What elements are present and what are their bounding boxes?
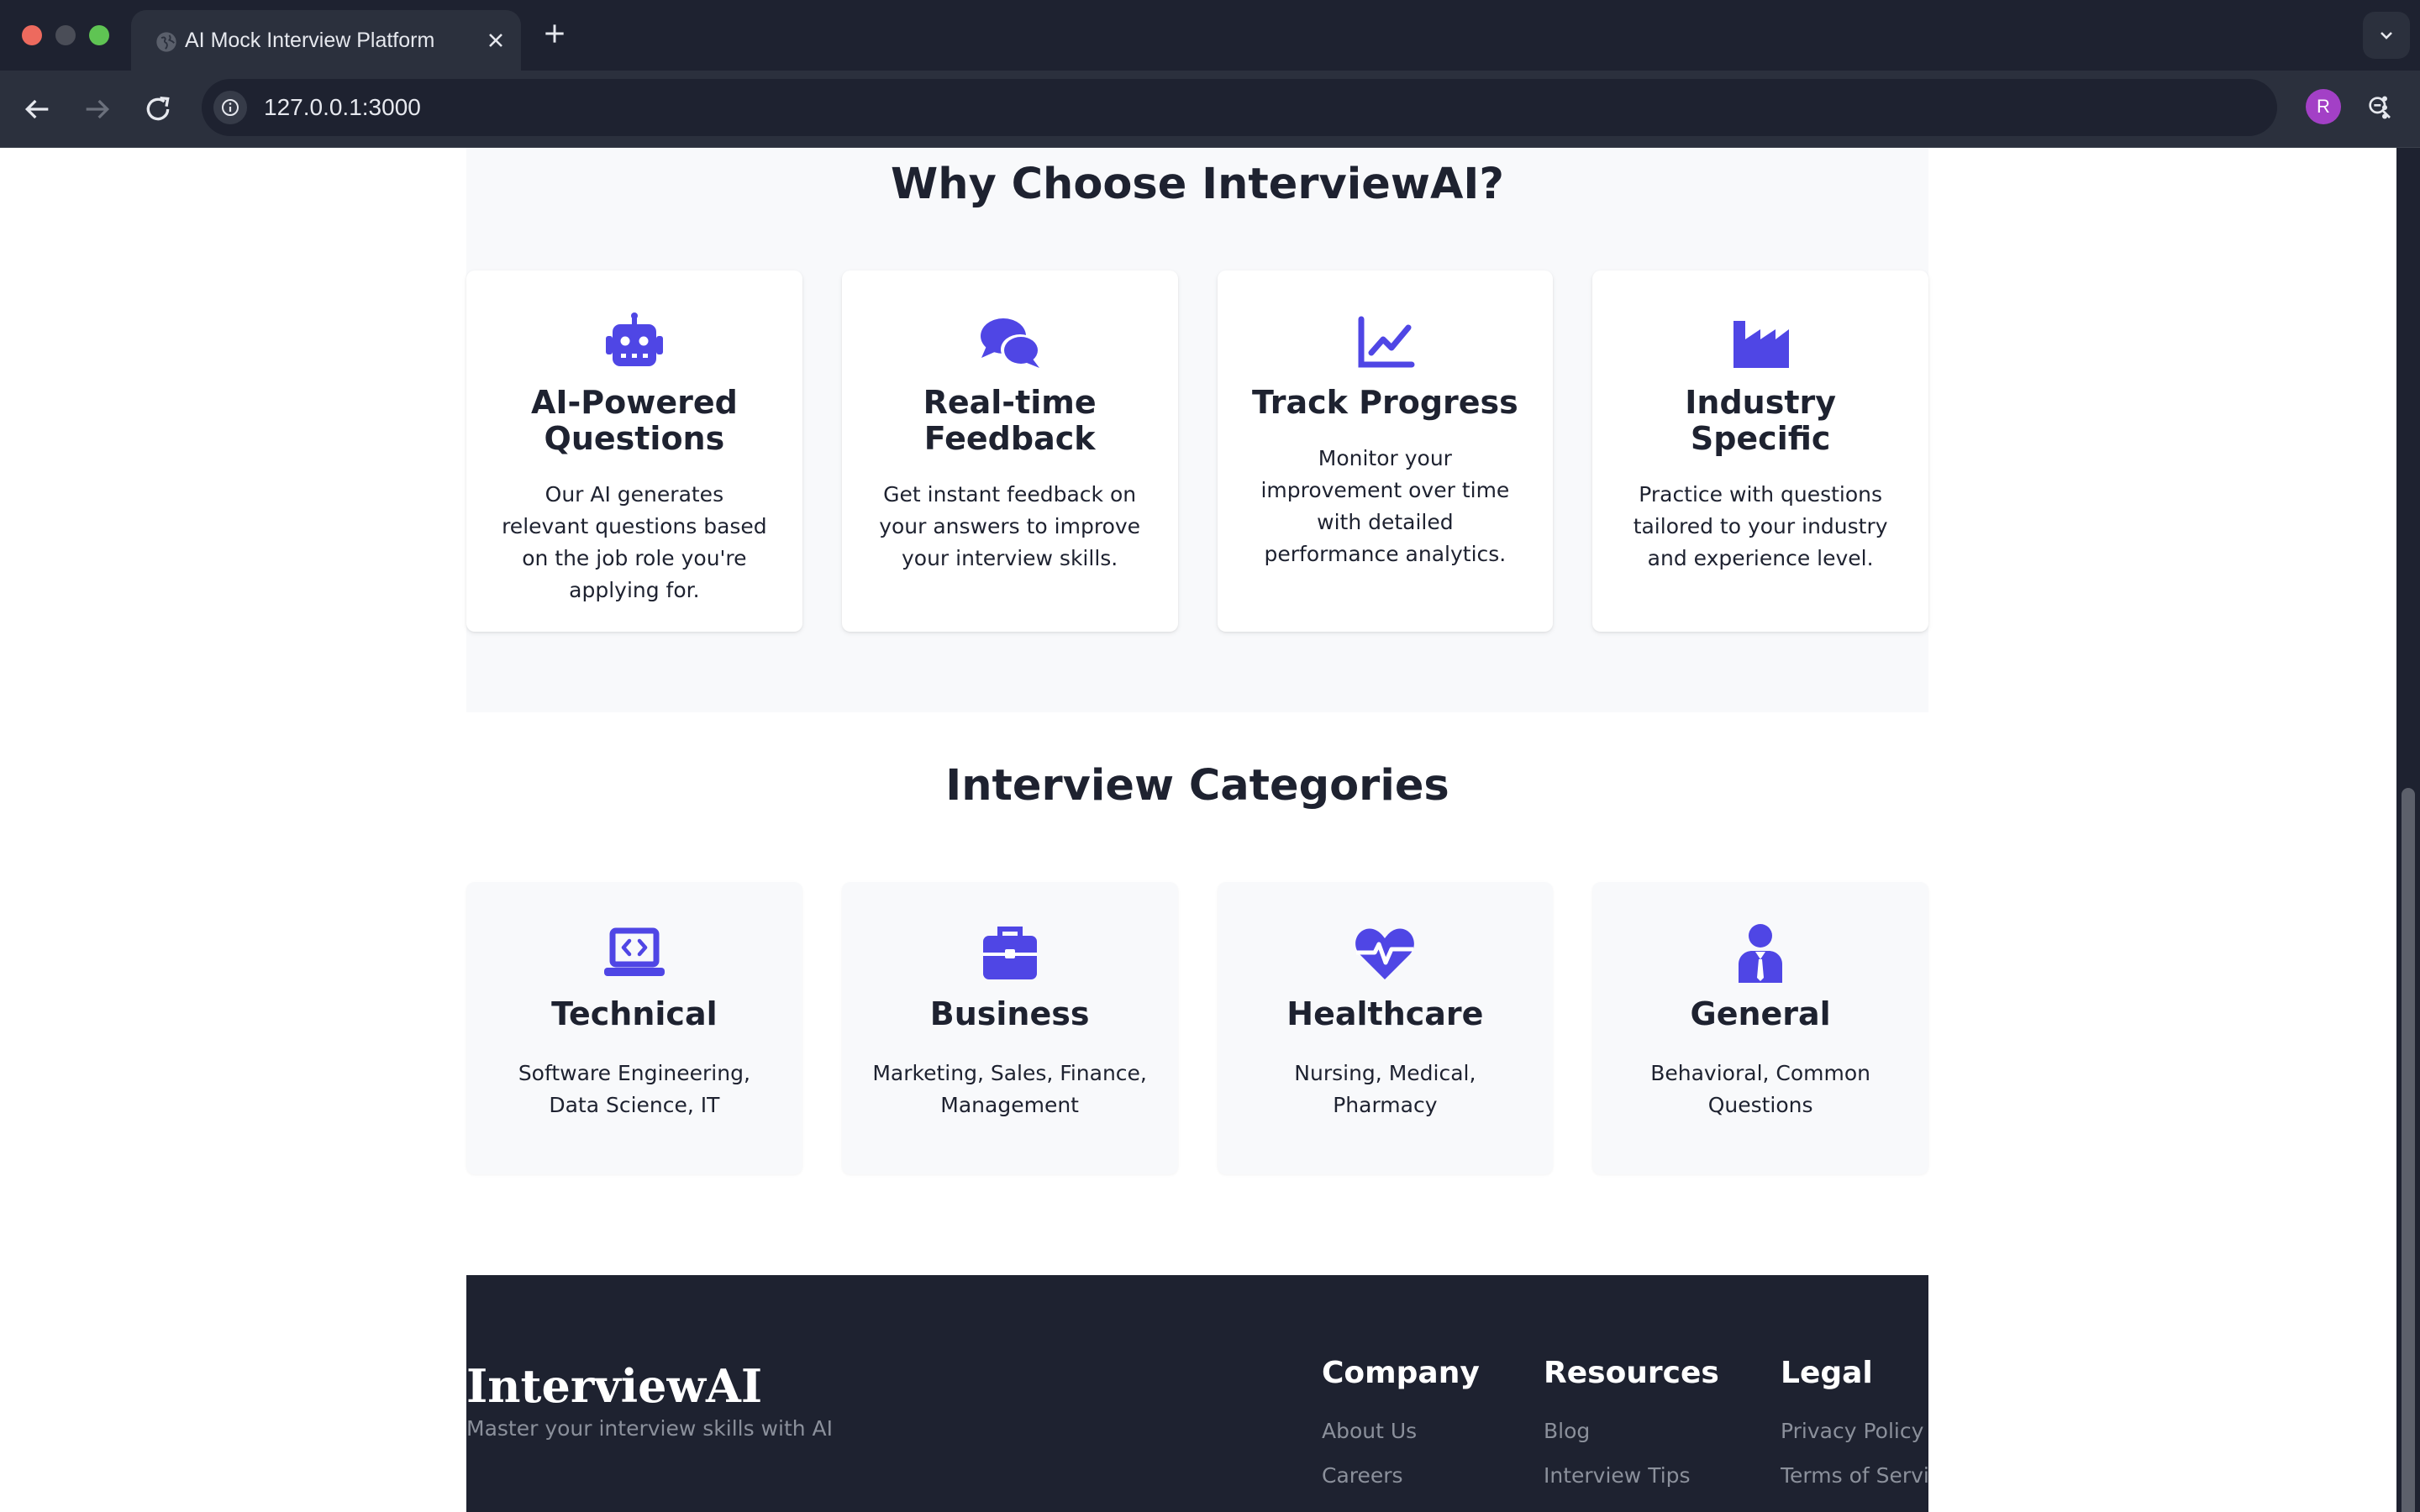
- forward-arrow-icon[interactable]: [81, 92, 114, 126]
- page-viewport: Why Choose InterviewAI? AI-Powered Quest…: [0, 148, 2396, 1512]
- chat-bubbles-icon: [980, 318, 1039, 368]
- industry-icon: [1733, 321, 1790, 368]
- category-card-technical[interactable]: Technical Software Engineering, Data Sci…: [466, 882, 802, 1174]
- card-description: Behavioral, Common Questions: [1650, 1061, 1871, 1117]
- heart-pulse-icon: [1355, 928, 1415, 979]
- page-scrollbar[interactable]: [2396, 148, 2420, 1512]
- footer-link-interview-tips[interactable]: Interview Tips: [1544, 1463, 1719, 1488]
- card-description: Get instant feedback on your answers to …: [879, 482, 1141, 570]
- card-title: Real-time Feedback: [923, 384, 1097, 457]
- profile-avatar[interactable]: R: [2306, 89, 2341, 124]
- site-info-icon[interactable]: [213, 91, 247, 124]
- card-description: Software Engineering, Data Science, IT: [518, 1061, 750, 1117]
- tab-bar: AI Mock Interview Platform: [0, 0, 2420, 71]
- robot-icon: [605, 312, 663, 366]
- footer-heading: Legal: [1781, 1356, 1873, 1390]
- footer-link-privacy-policy[interactable]: Privacy Policy: [1781, 1419, 1928, 1443]
- briefcase-icon: [982, 927, 1037, 979]
- reload-icon[interactable]: [141, 92, 175, 126]
- footer-column-legal: Legal Privacy Policy Terms of Service: [1781, 1356, 1928, 1508]
- scrollbar-thumb[interactable]: [2402, 788, 2415, 1512]
- close-window-button[interactable]: [22, 25, 42, 45]
- footer-link-careers[interactable]: Careers: [1322, 1463, 1480, 1488]
- category-card-general[interactable]: General Behavioral, Common Questions: [1592, 882, 1928, 1174]
- card-title: Industry Specific: [1685, 384, 1836, 457]
- section-title: Why Choose InterviewAI?: [891, 160, 1504, 209]
- footer-column-company: Company About Us Careers: [1322, 1356, 1480, 1508]
- card-description: Monitor your improvement over time with …: [1260, 446, 1510, 566]
- more-menu-icon[interactable]: [2370, 91, 2400, 124]
- globe-icon: [156, 32, 176, 52]
- category-card-healthcare[interactable]: Healthcare Nursing, Medical, Pharmacy: [1217, 882, 1554, 1174]
- new-tab-icon[interactable]: [541, 20, 568, 47]
- card-description: Practice with questions tailored to your…: [1633, 482, 1888, 570]
- footer-column-resources: Resources Blog Interview Tips: [1544, 1356, 1719, 1508]
- footer-link-terms-of-service[interactable]: Terms of Service: [1781, 1463, 1928, 1488]
- site-footer: InterviewAI Master your interview skills…: [466, 1275, 1928, 1512]
- chevron-down-icon: [2381, 32, 2392, 39]
- footer-heading: Company: [1322, 1356, 1480, 1390]
- line-chart-icon: [1358, 316, 1415, 368]
- back-arrow-icon[interactable]: [20, 92, 54, 126]
- card-title: General: [1690, 995, 1831, 1032]
- why-choose-section: Why Choose InterviewAI? AI-Powered Quest…: [466, 148, 1928, 712]
- footer-tagline: Master your interview skills with AI: [466, 1416, 834, 1441]
- category-cards: Technical Software Engineering, Data Sci…: [466, 882, 1928, 1174]
- close-tab-icon[interactable]: [484, 29, 508, 52]
- feature-card-industry: Industry Specific Practice with question…: [1592, 270, 1928, 632]
- feature-card-ai-questions: AI-Powered Questions Our AI generates re…: [466, 270, 802, 632]
- section-title: Interview Categories: [945, 761, 1449, 811]
- browser-toolbar: 127.0.0.1:3000: [0, 71, 2420, 148]
- url-text[interactable]: 127.0.0.1:3000: [264, 79, 421, 136]
- card-description: Our AI generates relevant questions base…: [502, 482, 767, 602]
- feature-card-progress: Track Progress Monitor your improvement …: [1217, 270, 1554, 632]
- card-title: Technical: [551, 995, 718, 1032]
- interview-categories-section: Interview Categories Technical Software …: [466, 761, 1928, 1349]
- footer-link-blog[interactable]: Blog: [1544, 1419, 1719, 1443]
- footer-heading: Resources: [1544, 1356, 1719, 1390]
- feature-card-feedback: Real-time Feedback Get instant feedback …: [841, 270, 1178, 632]
- laptop-code-icon: [603, 927, 665, 976]
- footer-brand: InterviewAI: [466, 1359, 763, 1413]
- card-title: AI-Powered Questions: [530, 384, 738, 457]
- maximize-window-button[interactable]: [89, 25, 109, 45]
- minimize-window-button[interactable]: [55, 25, 76, 45]
- card-description: Nursing, Medical, Pharmacy: [1294, 1061, 1476, 1117]
- feature-cards: AI-Powered Questions Our AI generates re…: [466, 270, 1928, 632]
- user-tie-icon: [1739, 924, 1783, 983]
- card-title: Track Progress: [1251, 384, 1518, 421]
- tab-title: AI Mock Interview Platform: [185, 29, 435, 52]
- card-description: Marketing, Sales, Finance, Management: [872, 1061, 1147, 1117]
- browser-tab[interactable]: AI Mock Interview Platform: [131, 10, 521, 71]
- card-title: Business: [929, 995, 1090, 1032]
- card-title: Healthcare: [1286, 995, 1484, 1032]
- tab-search-button[interactable]: [2363, 12, 2410, 59]
- footer-link-about-us[interactable]: About Us: [1322, 1419, 1480, 1443]
- address-bar[interactable]: 127.0.0.1:3000: [202, 79, 2391, 136]
- category-card-business[interactable]: Business Marketing, Sales, Finance, Mana…: [841, 882, 1178, 1174]
